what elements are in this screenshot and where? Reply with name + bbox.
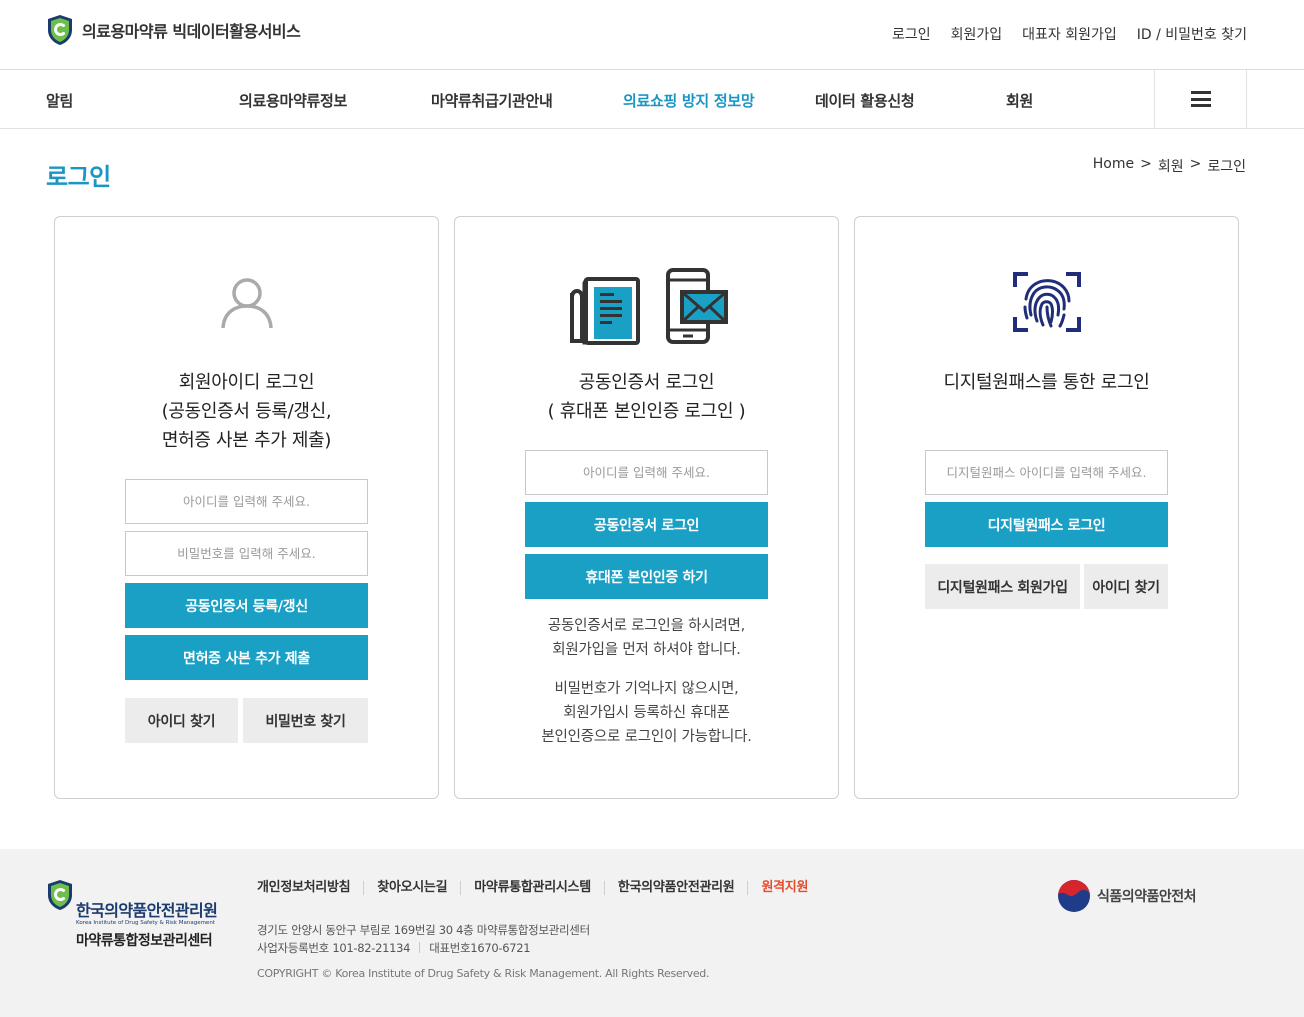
digital-onepass-login-button[interactable]: 디지털원패스 로그인 [925, 502, 1168, 547]
digital-login-id-input[interactable] [925, 450, 1168, 495]
nav-notice[interactable]: 알림 [46, 90, 73, 111]
utility-links: 로그인 회원가입 대표자 회원가입 ID / 비밀번호 찾기 [892, 24, 1247, 44]
footer-copyright: COPYRIGHT © Korea Institute of Drug Safe… [257, 967, 710, 980]
cert-login-button[interactable]: 공동인증서 로그인 [525, 502, 768, 547]
id-login-title: 회원아이디 로그인 (공동인증서 등록/갱신, 면허증 사본 추가 제출) [161, 372, 332, 451]
breadcrumb: Home > 회원 > 로그인 [1093, 156, 1246, 176]
footer-org-name: 한국의약품안전관리원 [76, 901, 218, 920]
phone-mail-icon [665, 268, 728, 344]
phone-verify-button[interactable]: 휴대폰 본인인증 하기 [525, 554, 768, 599]
digital-onepass-join-button[interactable]: 디지털원패스 회원가입 [925, 564, 1080, 609]
breadcrumb-separator: > [1140, 156, 1152, 172]
footer-link-directions[interactable]: 찾아오시는길 [363, 881, 460, 895]
id-login-card: 회원아이디 로그인 (공동인증서 등록/갱신, 면허증 사본 추가 제출) 공동… [54, 216, 439, 799]
mfds-name: 식품의약품안전처 [1097, 889, 1197, 905]
site-title: 의료용마약류 빅데이터활용서비스 [82, 22, 301, 41]
breadcrumb-separator: > [1189, 156, 1202, 172]
nav-data-request[interactable]: 데이터 활용신청 [815, 90, 915, 111]
digital-login-title: 디지털원패스를 통한 로그인 [943, 372, 1150, 393]
nav-drug-info[interactable]: 의료용마약류정보 [239, 90, 347, 111]
menu-icon [1190, 91, 1211, 107]
digital-find-id-button[interactable]: 아이디 찾기 [1084, 564, 1168, 609]
top-header: 의료용마약류 빅데이터활용서비스 로그인 회원가입 대표자 회원가입 ID / … [0, 0, 1304, 70]
footer-address: 경기도 안양시 동안구 부림로 169번길 30 4층 마약류통합정보관리센터 [257, 923, 590, 937]
footer-tel: 대표번호1670-6721 [429, 941, 531, 955]
site-logo[interactable]: 의료용마약류 빅데이터활용서비스 [46, 14, 301, 46]
cert-login-id-input[interactable] [525, 450, 768, 495]
cert-register-button[interactable]: 공동인증서 등록/갱신 [125, 583, 368, 628]
footer-link-privacy[interactable]: 개인정보처리방침 [257, 881, 363, 895]
footer-logo: 한국의약품안전관리원 Korea Institute of Drug Safet… [46, 879, 218, 950]
nav-shopping-prevention[interactable]: 의료쇼핑 방지 정보망 [623, 90, 755, 111]
rep-join-link[interactable]: 대표자 회원가입 [1022, 24, 1117, 44]
user-icon [220, 278, 273, 329]
certificate-document-icon [569, 268, 728, 345]
footer-link-kids[interactable]: 한국의약품안전관리원 [603, 881, 748, 895]
page-title: 로그인 [46, 163, 111, 191]
breadcrumb-home[interactable]: Home [1093, 156, 1134, 176]
find-id-button[interactable]: 아이디 찾기 [125, 698, 238, 743]
shield-logo-icon [48, 880, 72, 910]
nav-member[interactable]: 회원 [1006, 90, 1033, 111]
footer-link-drug-system[interactable]: 마약류통합관리시스템 [460, 881, 604, 895]
shield-logo-icon [48, 15, 72, 45]
footer-link-remote-support[interactable]: 원격지원 [747, 881, 821, 895]
find-id-pw-link[interactable]: ID / 비밀번호 찾기 [1137, 24, 1247, 44]
fingerprint-icon [1012, 272, 1081, 332]
cert-login-note-join: 공동인증서로 로그인을 하시려면, 회원가입을 먼저 하셔야 합니다. [547, 618, 746, 658]
footer-address-block: 경기도 안양시 동안구 부림로 169번길 30 4층 마약류통합정보관리센터 … [257, 921, 590, 957]
footer-org-name-en: Korea Institute of Drug Safety & Risk Ma… [76, 920, 215, 926]
join-link[interactable]: 회원가입 [951, 24, 1003, 44]
digital-onepass-card: 디지털원패스를 통한 로그인 디지털원패스 로그인 디지털원패스 회원가입 아이… [854, 216, 1239, 799]
find-password-button[interactable]: 비밀번호 찾기 [243, 698, 368, 743]
id-login-id-input[interactable] [125, 479, 368, 524]
id-login-password-input[interactable] [125, 531, 368, 576]
login-link[interactable]: 로그인 [892, 24, 931, 44]
cert-login-card: 공동인증서 로그인 ( 휴대폰 본인인증 로그인 ) 공동인증서 로그인 휴대폰… [454, 216, 839, 799]
footer-center-name: 마약류통합정보관리센터 [76, 933, 213, 949]
footer-links: 개인정보처리방침 찾아오시는길 마약류통합관리시스템 한국의약품안전관리원 원격… [257, 881, 821, 895]
nav-facility-guide[interactable]: 마약류취급기관안내 [431, 90, 553, 111]
cert-login-title: 공동인증서 로그인 ( 휴대폰 본인인증 로그인 ) [547, 372, 746, 422]
cert-login-note-password: 비밀번호가 기억나지 않으시면, 회원가입시 등록하신 휴대폰 본인인증으로 로… [541, 681, 752, 745]
mfds-logo[interactable]: 식품의약품안전처 [1057, 879, 1197, 913]
all-menu-button[interactable] [1154, 70, 1247, 128]
footer-biz-no: 사업자등록번호 101-82-21134 [257, 941, 411, 955]
license-submit-button[interactable]: 면허증 사본 추가 제출 [125, 635, 368, 680]
breadcrumb-member[interactable]: 회원 [1158, 156, 1184, 176]
main-navigation: 알림 의료용마약류정보 마약류취급기관안내 의료쇼핑 방지 정보망 데이터 활용… [0, 70, 1304, 129]
footer: 한국의약품안전관리원 Korea Institute of Drug Safet… [0, 849, 1304, 1017]
mfds-emblem-icon [1058, 880, 1090, 912]
breadcrumb-current: 로그인 [1207, 159, 1246, 175]
